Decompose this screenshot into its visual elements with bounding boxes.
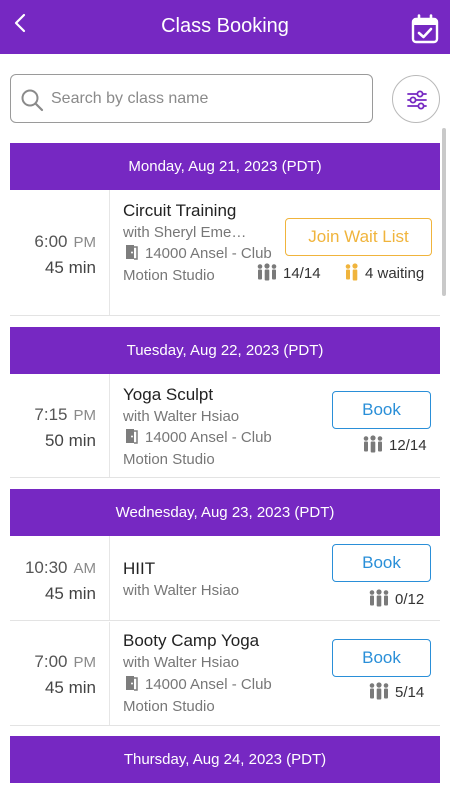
day-header: Wednesday, Aug 23, 2023 (PDT) bbox=[10, 489, 440, 536]
class-duration: 50 min bbox=[44, 431, 96, 450]
class-instructor: with Walter Hsiao bbox=[123, 582, 240, 599]
people-icon bbox=[369, 589, 389, 607]
class-location-text: 14000 Ansel - Club Motion Studio bbox=[123, 429, 272, 468]
waitlist-count: 4 waiting bbox=[344, 263, 424, 282]
waitlist-people-icon bbox=[345, 263, 358, 281]
capacity-text: 0/12 bbox=[395, 591, 425, 608]
book-button[interactable]: Book bbox=[332, 544, 431, 582]
waitlist-text: 4 waiting bbox=[365, 265, 425, 282]
class-row[interactable]: 6:00 PM 45 min Circuit Training with Sher… bbox=[10, 190, 440, 316]
class-name: HIIT bbox=[123, 559, 156, 578]
app-header: Class Booking bbox=[0, 0, 450, 54]
class-duration: 45 min bbox=[44, 258, 96, 277]
capacity-text: 5/14 bbox=[395, 684, 425, 701]
day-header: Thursday, Aug 24, 2023 (PDT) bbox=[10, 736, 440, 783]
row-divider bbox=[109, 622, 110, 725]
search-icon bbox=[21, 89, 44, 112]
row-divider bbox=[109, 190, 110, 315]
calendar-button[interactable] bbox=[410, 14, 440, 44]
class-instructor: with Sheryl Eme… bbox=[123, 224, 247, 241]
people-icon bbox=[363, 435, 383, 453]
class-time: 10:30 AM bbox=[10, 558, 96, 578]
class-time-ampm: AM bbox=[73, 560, 97, 577]
class-time-value: 6:00 bbox=[34, 232, 68, 251]
class-time-ampm: PM bbox=[73, 407, 97, 424]
class-duration: 45 min bbox=[44, 584, 96, 603]
class-time-value: 7:00 bbox=[34, 652, 68, 671]
day-header: Monday, Aug 21, 2023 (PDT) bbox=[10, 143, 440, 190]
class-location: 14000 Ansel - Club Motion Studio bbox=[123, 243, 273, 287]
class-row[interactable]: 7:00 PM 45 min Booty Camp Yoga with Walte… bbox=[10, 622, 440, 726]
row-divider bbox=[109, 536, 110, 620]
door-icon bbox=[126, 676, 138, 691]
class-time-ampm: PM bbox=[73, 234, 97, 251]
people-icon bbox=[369, 682, 389, 700]
search-box bbox=[10, 74, 373, 123]
class-time: 6:00 PM bbox=[10, 232, 96, 252]
capacity-count: 12/14 bbox=[362, 435, 427, 454]
class-duration: 45 min bbox=[44, 678, 96, 697]
page-title: Class Booking bbox=[161, 15, 289, 37]
capacity-count: 5/14 bbox=[368, 682, 424, 701]
day-header: Tuesday, Aug 22, 2023 (PDT) bbox=[10, 327, 440, 374]
filter-button[interactable] bbox=[392, 75, 440, 123]
class-location: 14000 Ansel - Club Motion Studio bbox=[123, 674, 308, 718]
class-row[interactable]: 10:30 AM 45 min HIIT with Walter Hsiao Bo… bbox=[10, 536, 440, 621]
class-time-value: 10:30 bbox=[24, 558, 68, 577]
class-location-text: 14000 Ansel - Club Motion Studio bbox=[123, 676, 272, 715]
search-input[interactable] bbox=[51, 83, 361, 115]
door-icon bbox=[126, 245, 138, 260]
calendar-check-icon bbox=[411, 14, 439, 44]
book-button[interactable]: Book bbox=[332, 639, 431, 677]
people-icon bbox=[257, 263, 277, 281]
row-divider bbox=[109, 374, 110, 477]
class-name: Booty Camp Yoga bbox=[123, 631, 260, 650]
door-icon bbox=[126, 429, 138, 444]
class-time-ampm: PM bbox=[73, 654, 97, 671]
capacity-text: 14/14 bbox=[283, 265, 321, 282]
class-instructor: with Walter Hsiao bbox=[123, 654, 240, 671]
book-button[interactable]: Book bbox=[332, 391, 431, 429]
class-row[interactable]: 7:15 PM 50 min Yoga Sculpt with Walter Hs… bbox=[10, 374, 440, 478]
class-name: Circuit Training bbox=[123, 201, 237, 220]
sliders-icon bbox=[407, 90, 427, 110]
capacity-count: 14/14 bbox=[256, 263, 321, 282]
class-location: 14000 Ansel - Club Motion Studio bbox=[123, 427, 308, 471]
class-name: Yoga Sculpt bbox=[123, 385, 214, 404]
join-waitlist-button[interactable]: Join Wait List bbox=[285, 218, 432, 256]
capacity-text: 12/14 bbox=[389, 437, 427, 454]
class-time-value: 7:15 bbox=[34, 405, 68, 424]
capacity-count: 0/12 bbox=[368, 589, 424, 608]
class-location-text: 14000 Ansel - Club Motion Studio bbox=[123, 245, 272, 284]
class-time: 7:15 PM bbox=[10, 405, 96, 425]
class-instructor: with Walter Hsiao bbox=[123, 408, 240, 425]
scrollbar[interactable] bbox=[442, 128, 446, 296]
class-time: 7:00 PM bbox=[10, 652, 96, 672]
